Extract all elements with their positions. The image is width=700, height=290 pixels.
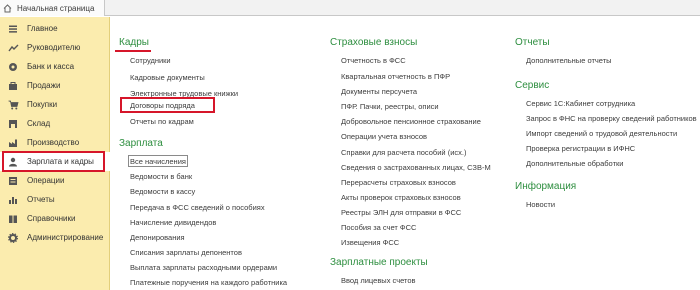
cart-icon <box>7 99 19 111</box>
trend-chart-icon <box>7 42 19 54</box>
sidebar-item-purchases[interactable]: Покупки <box>0 95 110 114</box>
sidebar-item-label: Склад <box>27 119 51 128</box>
section-title-zarplata: Зарплата <box>119 138 163 149</box>
link-fss-benefits[interactable]: Пособия за счет ФСС <box>341 223 416 232</box>
sidebar-item-production[interactable]: Производство <box>0 133 110 152</box>
main-content: Кадры Сотрудники Кадровые документы Элек… <box>110 17 700 290</box>
sales-icon <box>7 80 19 92</box>
sidebar-item-label: Производство <box>27 138 80 147</box>
link-pfr-packs[interactable]: ПФР. Пачки, реестры, описи <box>341 102 439 111</box>
sidebar-item-directories[interactable]: Справочники <box>0 209 110 228</box>
section-title-service: Сервис <box>515 80 550 91</box>
link-news[interactable]: Новости <box>526 200 555 209</box>
sidebar-item-label: Администрирование <box>27 233 104 242</box>
link-szv-m[interactable]: Сведения о застрахованных лицах, СЗВ-М <box>341 163 491 172</box>
gear-icon <box>7 232 19 244</box>
sidebar-item-label: Операции <box>27 176 65 185</box>
operations-icon <box>7 175 19 187</box>
link-dividends[interactable]: Начисление дивидендов <box>130 218 216 227</box>
reports-icon <box>7 194 19 206</box>
link-fss-reporting[interactable]: Отчетность в ФСС <box>341 56 406 65</box>
contracts-highlight-box <box>120 97 215 113</box>
link-deposits[interactable]: Депонирования <box>130 233 185 242</box>
link-personal-records[interactable]: Документы персучета <box>341 87 417 96</box>
sidebar-item-label: Отчеты <box>27 195 55 204</box>
link-deposit-writeoffs[interactable]: Списания зарплаты депонентов <box>130 248 242 257</box>
tab-bar: Начальная страница <box>0 0 700 16</box>
sidebar-item-bank[interactable]: Банк и касса <box>0 57 110 76</box>
sidebar-item-operations[interactable]: Операции <box>0 171 110 190</box>
link-additional-processing[interactable]: Дополнительные обработки <box>526 159 623 168</box>
tab-label: Начальная страница <box>17 3 95 13</box>
link-bank-statements[interactable]: Ведомости в банк <box>130 172 192 181</box>
home-icon <box>0 0 14 16</box>
link-audit-acts[interactable]: Акты проверок страховых взносов <box>341 193 461 202</box>
sidebar-item-label: Покупки <box>27 100 58 109</box>
section-title-kadry: Кадры <box>119 37 149 48</box>
link-payment-orders-per-employee[interactable]: Платежные поручения на каждого работника <box>130 278 287 287</box>
link-cash-order-payouts[interactable]: Выплата зарплаты расходными ордерами <box>130 263 277 272</box>
link-cash-statements[interactable]: Ведомости в кассу <box>130 187 195 196</box>
sidebar-item-administration[interactable]: Администрирование <box>0 228 110 247</box>
sidebar-item-sales[interactable]: Продажи <box>0 76 110 95</box>
section-title-salary-projects: Зарплатные проекты <box>330 257 428 268</box>
link-personal-accounts[interactable]: Ввод лицевых счетов <box>341 276 416 285</box>
link-fns-check-request[interactable]: Запрос в ФНС на проверку сведений работн… <box>526 114 697 123</box>
link-additional-reports[interactable]: Дополнительные отчеты <box>526 56 612 65</box>
books-icon <box>7 213 19 225</box>
title-underline-marker <box>115 50 151 52</box>
link-recalculations[interactable]: Перерасчеты страховых взносов <box>341 178 456 187</box>
link-employee-cabinet[interactable]: Сервис 1С:Кабинет сотрудника <box>526 99 635 108</box>
sidebar-item-label: Руководителю <box>27 43 81 52</box>
focus-box <box>128 155 188 167</box>
sidebar-item-management[interactable]: Руководителю <box>0 38 110 57</box>
link-voluntary-pension[interactable]: Добровольное пенсионное страхование <box>341 117 481 126</box>
section-title-reports: Отчеты <box>515 37 550 48</box>
sidebar-item-label: Банк и касса <box>27 62 75 71</box>
sidebar-item-warehouse[interactable]: Склад <box>0 114 110 133</box>
sidebar-item-label: Продажи <box>27 81 61 90</box>
link-fss-benefits-transfer[interactable]: Передача в ФСС сведений о пособиях <box>130 203 265 212</box>
section-title-information: Информация <box>515 181 577 192</box>
warehouse-icon <box>7 118 19 130</box>
sidebar-item-label: Справочники <box>27 214 76 223</box>
link-employees[interactable]: Сотрудники <box>130 56 171 65</box>
section-title-insurance: Страховые взносы <box>330 37 418 48</box>
link-ifns-registration-check[interactable]: Проверка регистрации в ИФНС <box>526 144 635 153</box>
sidebar: Главное Руководителю Банк и касса Продаж… <box>0 17 110 290</box>
bank-icon <box>7 61 19 73</box>
link-hr-documents[interactable]: Кадровые документы <box>130 73 205 82</box>
factory-icon <box>7 137 19 149</box>
link-contribution-operations[interactable]: Операции учета взносов <box>341 132 427 141</box>
tab-home[interactable]: Начальная страница <box>0 0 105 16</box>
selection-highlight <box>2 151 105 172</box>
link-pfr-quarterly[interactable]: Квартальная отчетность в ПФР <box>341 72 450 81</box>
sidebar-item-label: Главное <box>27 24 58 33</box>
link-fss-notices[interactable]: Извещения ФСС <box>341 238 399 247</box>
link-eln-registers[interactable]: Реестры ЭЛН для отправки в ФСС <box>341 208 461 217</box>
sidebar-item-main[interactable]: Главное <box>0 19 110 38</box>
sidebar-item-reports[interactable]: Отчеты <box>0 190 110 209</box>
link-hr-reports[interactable]: Отчеты по кадрам <box>130 117 194 126</box>
link-import-work-history[interactable]: Импорт сведений о трудовой деятельности <box>526 129 677 138</box>
link-benefit-certificates[interactable]: Справки для расчета пособий (исх.) <box>341 148 466 157</box>
menu-icon <box>7 23 19 35</box>
